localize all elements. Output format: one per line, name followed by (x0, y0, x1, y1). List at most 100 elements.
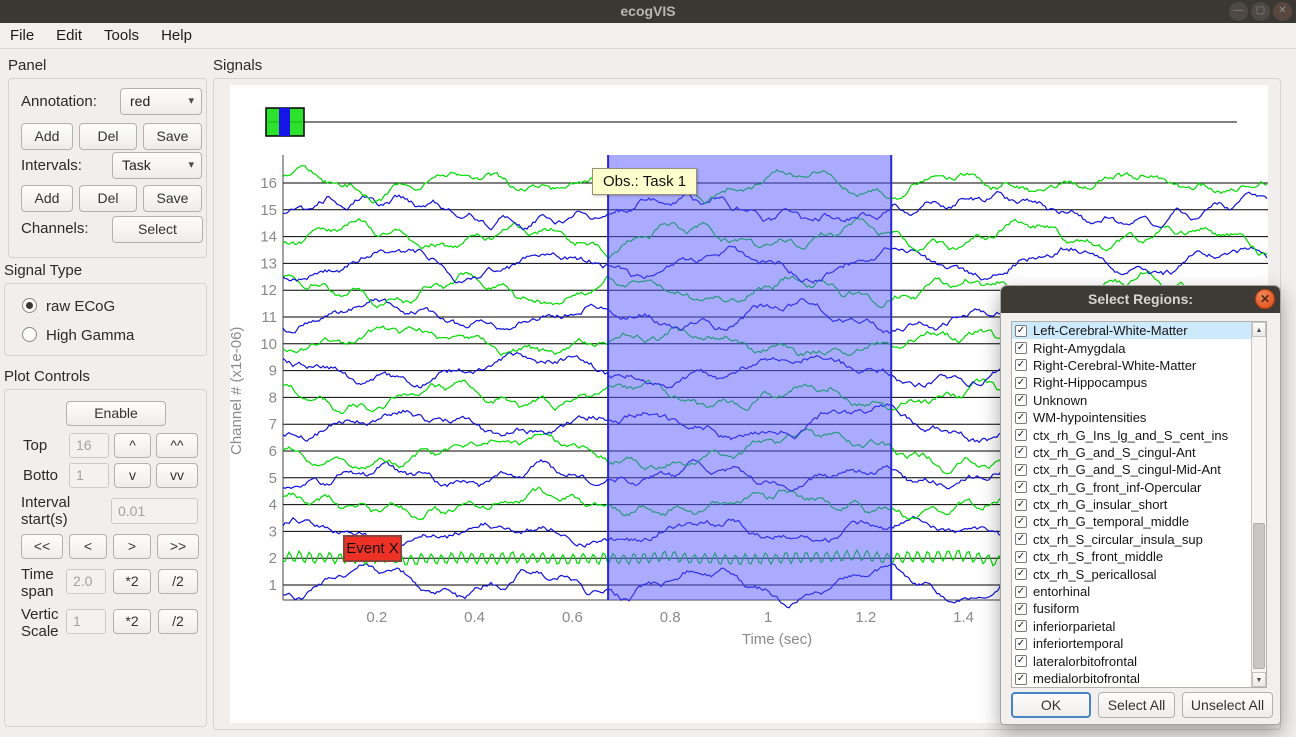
vertical-scale-input: 1 (66, 609, 106, 634)
region-checkbox[interactable]: ✓ (1015, 377, 1027, 389)
region-list-item[interactable]: ✓Left-Cerebral-White-Matter (1012, 322, 1266, 339)
high-gamma-radio[interactable] (22, 327, 37, 342)
region-label: ctx_rh_G_front_inf-Opercular (1033, 480, 1201, 495)
x-tick-label: 0.4 (464, 609, 485, 626)
dialog-title: Select Regions: (1001, 286, 1280, 313)
channel-up-button[interactable]: ^ (114, 433, 151, 458)
region-list-item[interactable]: ✓Right-Amygdala (1012, 339, 1266, 356)
menu-edit[interactable]: Edit (56, 27, 82, 44)
region-checkbox[interactable]: ✓ (1015, 446, 1027, 458)
menu-help[interactable]: Help (161, 27, 192, 44)
scroll-up-icon[interactable]: ▲ (1252, 322, 1266, 337)
region-checkbox[interactable]: ✓ (1015, 638, 1027, 650)
event-marker[interactable]: Event X (343, 535, 402, 562)
annotation-dropdown[interactable]: red ▾ (120, 88, 202, 115)
panel-group-box: Annotation: red ▾ Add Del Save Intervals… (8, 78, 207, 258)
bottom-label: Botto (23, 467, 58, 484)
intervals-del-button[interactable]: Del (79, 185, 137, 212)
region-list-item[interactable]: ✓medialorbitofrontal (1012, 670, 1266, 687)
intervals-dropdown[interactable]: Task ▾ (112, 152, 202, 179)
region-checkbox[interactable]: ✓ (1015, 655, 1027, 667)
close-icon[interactable]: ✕ (1273, 2, 1292, 21)
region-checkbox[interactable]: ✓ (1015, 499, 1027, 511)
region-list-item[interactable]: ✓ctx_rh_G_insular_short (1012, 496, 1266, 513)
region-checkbox[interactable]: ✓ (1015, 429, 1027, 441)
region-checkbox[interactable]: ✓ (1015, 325, 1027, 337)
vertical-scale-halve-button[interactable]: /2 (158, 609, 198, 634)
channels-select-button[interactable]: Select (112, 216, 203, 243)
region-list-item[interactable]: ✓ctx_rh_G_and_S_cingul-Ant (1012, 444, 1266, 461)
region-list-item[interactable]: ✓Right-Cerebral-White-Matter (1012, 357, 1266, 374)
region-list-item[interactable]: ✓ctx_rh_S_front_middle (1012, 548, 1266, 565)
plot-controls-box: Enable Top 16 ^ ^^ Botto 1 v vv Interval… (4, 389, 207, 727)
back-button[interactable]: < (69, 534, 107, 559)
overview-current-window[interactable] (279, 108, 290, 136)
region-list-item[interactable]: ✓ctx_rh_G_temporal_middle (1012, 513, 1266, 530)
region-label: fusiform (1033, 601, 1079, 616)
region-list-item[interactable]: ✓ ctx_rh_G_front_inf-Opercular (1012, 479, 1266, 496)
rewind-button[interactable]: << (21, 534, 63, 559)
scroll-down-icon[interactable]: ▼ (1252, 672, 1266, 687)
dialog-title-bar[interactable]: Select Regions: ✕ (1001, 286, 1280, 313)
region-list-item[interactable]: ✓ lateralorbitofrontal (1012, 652, 1266, 669)
region-list-item[interactable]: ✓Right-Hippocampus (1012, 374, 1266, 391)
maximize-icon[interactable]: ▢ (1251, 2, 1270, 21)
region-checkbox[interactable]: ✓ (1015, 586, 1027, 598)
region-checkbox[interactable]: ✓ (1015, 568, 1027, 580)
dialog-close-icon[interactable]: ✕ (1255, 289, 1275, 309)
y-tick-label: 9 (269, 363, 277, 380)
menu-file[interactable]: File (10, 27, 34, 44)
region-checkbox[interactable]: ✓ (1015, 551, 1027, 563)
channel-down-button[interactable]: v (114, 463, 151, 488)
region-checkbox[interactable]: ✓ (1015, 394, 1027, 406)
fast-forward-button[interactable]: >> (157, 534, 199, 559)
region-checkbox[interactable]: ✓ (1015, 603, 1027, 615)
channel-down-fast-button[interactable]: vv (156, 463, 198, 488)
interval-region[interactable] (608, 155, 891, 600)
menu-tools[interactable]: Tools (104, 27, 139, 44)
region-list-item[interactable]: ✓ fusiform (1012, 600, 1266, 617)
ok-button[interactable]: OK (1011, 692, 1091, 718)
time-span-double-button[interactable]: *2 (113, 569, 151, 594)
enable-button[interactable]: Enable (66, 401, 166, 426)
region-list-item[interactable]: ✓ctx_rh_G_Ins_lg_and_S_cent_ins (1012, 426, 1266, 443)
raw-ecog-radio[interactable] (22, 298, 37, 313)
y-tick-label: 15 (260, 202, 277, 219)
intervals-save-button[interactable]: Save (143, 185, 202, 212)
intervals-add-button[interactable]: Add (21, 185, 73, 212)
region-list-item[interactable]: ✓inferiortemporal (1012, 635, 1266, 652)
region-list-item[interactable]: ✓ctx_rh_S_circular_insula_sup (1012, 531, 1266, 548)
region-checkbox[interactable]: ✓ (1015, 533, 1027, 545)
region-list-item[interactable]: ✓inferiorparietal (1012, 618, 1266, 635)
region-checkbox[interactable]: ✓ (1015, 412, 1027, 424)
region-checkbox[interactable]: ✓ (1015, 464, 1027, 476)
region-list-item[interactable]: ✓WM-hypointensities (1012, 409, 1266, 426)
region-checkbox[interactable]: ✓ (1015, 359, 1027, 371)
region-checkbox[interactable]: ✓ (1015, 342, 1027, 354)
region-list-item[interactable]: ✓entorhinal (1012, 583, 1266, 600)
region-list-item[interactable]: ✓ctx_rh_G_and_S_cingul-Mid-Ant (1012, 461, 1266, 478)
annotation-add-button[interactable]: Add (21, 123, 73, 150)
region-label: lateralorbitofrontal (1033, 654, 1137, 669)
scrollbar-thumb[interactable] (1253, 523, 1265, 669)
region-checkbox[interactable]: ✓ (1015, 620, 1027, 632)
select-all-button[interactable]: Select All (1098, 692, 1175, 718)
top-input: 16 (69, 433, 109, 458)
minimize-icon[interactable]: — (1229, 2, 1248, 21)
region-checkbox[interactable]: ✓ (1015, 673, 1027, 685)
region-list-scrollbar[interactable]: ▲ ▼ (1251, 322, 1266, 687)
y-tick-label: 13 (260, 255, 277, 272)
title-bar: ecogVIS — ▢ ✕ (0, 0, 1296, 23)
annotation-del-button[interactable]: Del (79, 123, 137, 150)
annotation-save-button[interactable]: Save (143, 123, 202, 150)
vertical-scale-double-button[interactable]: *2 (113, 609, 151, 634)
region-list-item[interactable]: ✓ctx_rh_S_pericallosal (1012, 565, 1266, 582)
unselect-all-button[interactable]: Unselect All (1182, 692, 1273, 718)
time-span-halve-button[interactable]: /2 (158, 569, 198, 594)
channel-up-fast-button[interactable]: ^^ (156, 433, 198, 458)
forward-button[interactable]: > (113, 534, 151, 559)
region-list-item[interactable]: ✓ Unknown (1012, 392, 1266, 409)
region-checkbox[interactable]: ✓ (1015, 516, 1027, 528)
region-label: Unknown (1033, 393, 1087, 408)
region-checkbox[interactable]: ✓ (1015, 481, 1027, 493)
